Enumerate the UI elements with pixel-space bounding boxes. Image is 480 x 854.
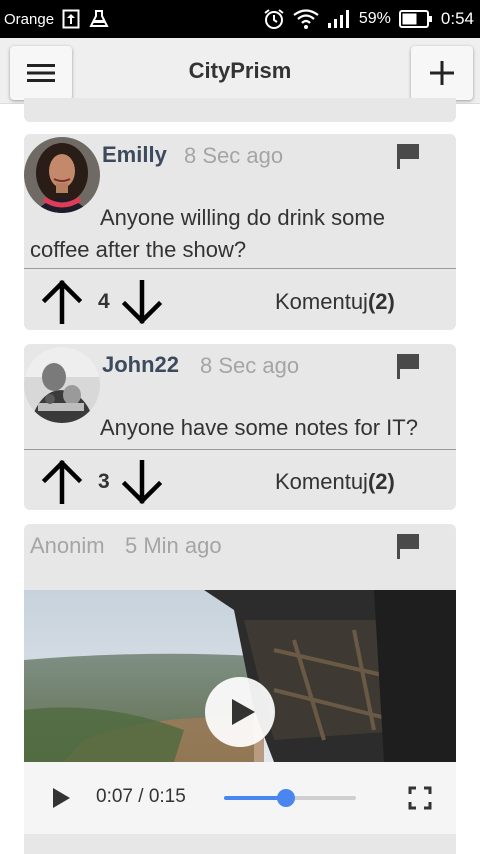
report-flag-icon[interactable] — [394, 142, 422, 170]
previous-post-card — [24, 98, 456, 122]
post-card: Anonim 5 Min ago 0:07 / 0:15 — [24, 524, 456, 854]
wifi-icon — [293, 9, 319, 29]
downvote-arrow-icon[interactable] — [120, 460, 164, 504]
play-icon — [232, 699, 255, 725]
vote-count: 3 — [98, 470, 110, 493]
post-text: Anyone have some notes for IT? — [100, 415, 418, 440]
battery-percent: 59% — [358, 10, 391, 27]
vote-count: 4 — [98, 290, 110, 313]
post-card: Emilly 8 Sec ago Anyone willing do drink… — [24, 134, 456, 330]
video-player[interactable] — [24, 590, 456, 762]
vote-row: 4 Komentuj(2) — [24, 270, 456, 330]
post-time: 5 Min ago — [125, 533, 222, 558]
app-notification-icon — [89, 10, 109, 27]
author-name: Anonim — [30, 533, 105, 558]
video-controls: 0:07 / 0:15 — [24, 762, 456, 834]
upvote-arrow-icon[interactable] — [40, 460, 84, 504]
post-time: 8 Sec ago — [184, 143, 284, 168]
comment-link[interactable]: Komentuj(2) — [275, 469, 395, 495]
report-flag-icon[interactable] — [394, 532, 422, 560]
add-post-button[interactable] — [411, 46, 473, 100]
divider — [24, 268, 456, 269]
app-bar: CityPrism — [0, 38, 480, 104]
play-button[interactable] — [50, 786, 72, 810]
report-flag-icon[interactable] — [394, 352, 422, 380]
upload-notification-icon — [62, 9, 80, 29]
vote-row: 3 Komentuj(2) — [24, 450, 456, 510]
alarm-icon — [264, 9, 284, 29]
battery-icon — [398, 10, 432, 28]
post-text: Anyone willing do drink some coffee afte… — [30, 205, 385, 262]
author-name[interactable]: Emilly — [102, 142, 167, 168]
seek-bar[interactable] — [224, 789, 356, 807]
comment-link[interactable]: Komentuj(2) — [275, 289, 395, 315]
carrier-label: Orange — [4, 10, 55, 28]
clock: 0:54 — [440, 9, 474, 28]
status-bar: Orange 59% 0:54 — [0, 0, 480, 38]
author-name[interactable]: John22 — [102, 352, 179, 378]
downvote-arrow-icon[interactable] — [120, 280, 164, 324]
video-play-overlay-button[interactable] — [205, 677, 275, 747]
upvote-arrow-icon[interactable] — [40, 280, 84, 324]
plus-icon — [430, 61, 454, 85]
app-title: CityPrism — [188, 58, 292, 83]
signal-icon — [327, 10, 349, 28]
video-time: 0:07 / 0:15 — [96, 786, 186, 807]
fullscreen-icon[interactable] — [408, 786, 432, 810]
post-card: John22 8 Sec ago Anyone have some notes … — [24, 344, 456, 510]
post-time: 8 Sec ago — [200, 353, 300, 378]
seek-thumb[interactable] — [276, 789, 295, 807]
